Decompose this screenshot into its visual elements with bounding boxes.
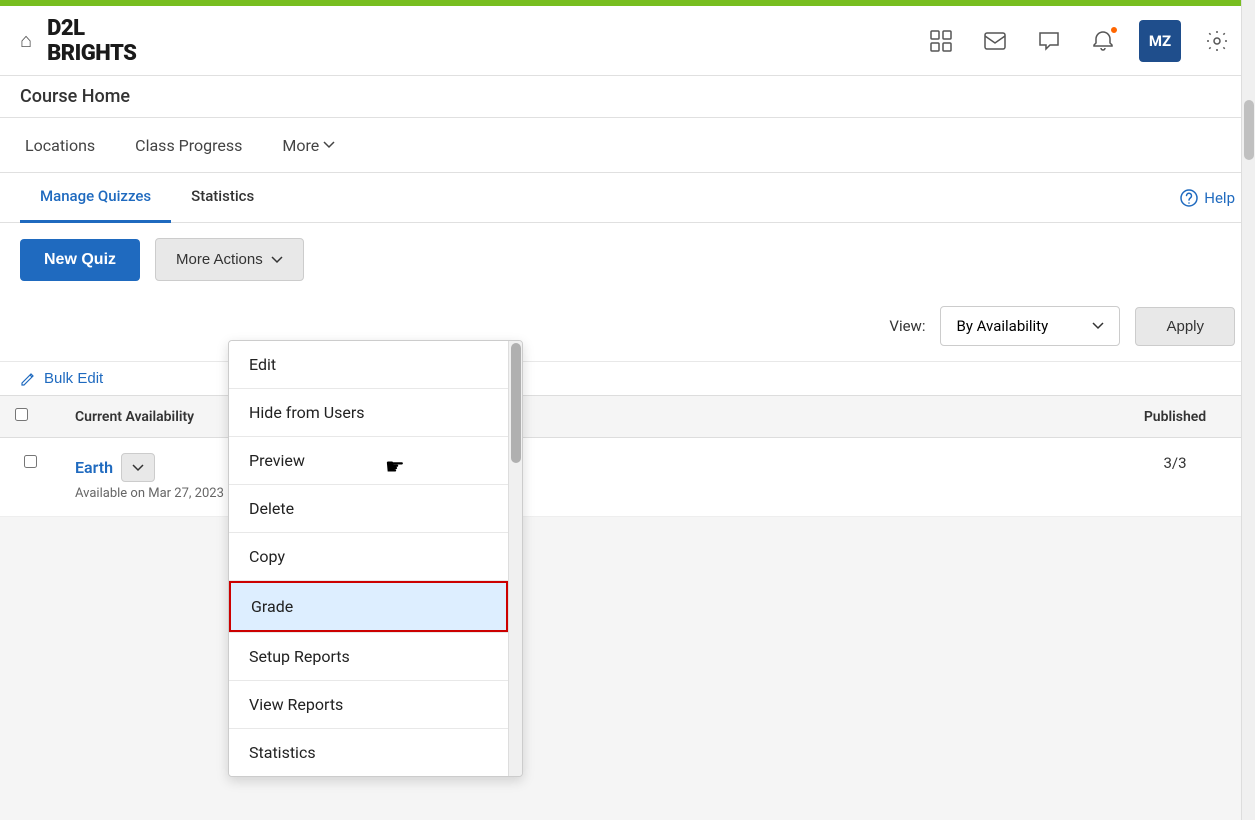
edit-icon (20, 371, 36, 387)
page-scrollbar[interactable] (1241, 0, 1255, 820)
settings-icon[interactable] (1199, 23, 1235, 59)
scroll-track[interactable] (508, 341, 522, 776)
col-published: Published (1095, 396, 1255, 438)
header-left: ⌂ D2LBRIGHTS (20, 16, 136, 66)
published-count: 3/3 (1163, 454, 1186, 472)
page-scroll-thumb (1244, 100, 1254, 160)
menu-item-setup-reports[interactable]: Setup Reports (229, 633, 508, 680)
nav-class-progress[interactable]: Class Progress (130, 118, 247, 173)
chevron-down-icon (323, 141, 335, 149)
grid-icon[interactable] (923, 23, 959, 59)
col-checkbox (0, 396, 60, 438)
action-row: New Quiz More Actions (0, 223, 1255, 296)
quiz-table: Current Availability Published Earth Ava… (0, 395, 1255, 517)
help-icon (1180, 189, 1198, 207)
menu-item-edit[interactable]: Edit (229, 341, 508, 388)
menu-item-copy[interactable]: Copy (229, 533, 508, 580)
scroll-thumb (511, 343, 521, 463)
help-link[interactable]: Help (1180, 189, 1235, 207)
tab-manage-quizzes[interactable]: Manage Quizzes (20, 173, 171, 223)
quiz-dropdown-chevron-icon (132, 464, 144, 472)
row-checkbox[interactable] (24, 455, 37, 468)
menu-item-preview[interactable]: Preview (229, 437, 508, 484)
quiz-name-link[interactable]: Earth (75, 458, 113, 477)
menu-item-grade[interactable]: Grade (229, 581, 508, 632)
bulk-edit-row: Bulk Edit (0, 361, 1255, 395)
home-icon[interactable]: ⌂ (20, 28, 32, 53)
table-row: Earth Available on Mar 27, 2023 12:01 AM… (0, 438, 1255, 517)
select-all-checkbox[interactable] (15, 408, 28, 421)
course-home-link[interactable]: Course Home (20, 86, 130, 107)
quiz-cell: Earth Available on Mar 27, 2023 12:01 AM (60, 438, 1095, 517)
menu-item-delete[interactable]: Delete (229, 485, 508, 532)
header-right: MZ (923, 20, 1235, 62)
dropdown-scroll-container: Edit Hide from Users Preview Delete Copy… (229, 341, 522, 776)
breadcrumb-row: Course Home (0, 76, 1255, 118)
menu-item-statistics[interactable]: Statistics (229, 729, 508, 776)
help-label: Help (1204, 189, 1235, 207)
more-actions-chevron-icon (271, 256, 283, 264)
logo: D2LBRIGHTS (47, 16, 136, 66)
view-row: View: By Availability Apply (0, 296, 1255, 361)
mail-icon[interactable] (977, 23, 1013, 59)
new-quiz-button[interactable]: New Quiz (20, 239, 140, 281)
view-select-chevron-icon (1092, 322, 1104, 330)
apply-button[interactable]: Apply (1135, 307, 1235, 346)
bell-icon[interactable] (1085, 23, 1121, 59)
menu-item-hide-from-users[interactable]: Hide from Users (229, 389, 508, 436)
view-label: View: (889, 317, 925, 335)
tabs-row: Manage Quizzes Statistics Help (0, 173, 1255, 223)
avatar[interactable]: MZ (1139, 20, 1181, 62)
nav-locations[interactable]: Locations (20, 118, 100, 173)
nav-more[interactable]: More (277, 118, 340, 173)
quiz-dropdown-button[interactable] (121, 453, 155, 482)
header: ⌂ D2LBRIGHTS (0, 6, 1255, 76)
quiz-availability: Available on Mar 27, 2023 12:01 AM (75, 486, 1080, 501)
col-availability: Current Availability (60, 396, 1095, 438)
view-select[interactable]: By Availability (940, 306, 1120, 346)
chat-icon[interactable] (1031, 23, 1067, 59)
nav-bar: Locations Class Progress More (0, 118, 1255, 173)
tab-statistics[interactable]: Statistics (171, 173, 274, 223)
menu-item-view-reports[interactable]: View Reports (229, 681, 508, 728)
notification-dot (1109, 25, 1119, 35)
dropdown-menu: Edit Hide from Users Preview Delete Copy… (228, 340, 523, 777)
bulk-edit-button[interactable]: Bulk Edit (20, 370, 103, 387)
more-actions-button[interactable]: More Actions (155, 238, 304, 281)
